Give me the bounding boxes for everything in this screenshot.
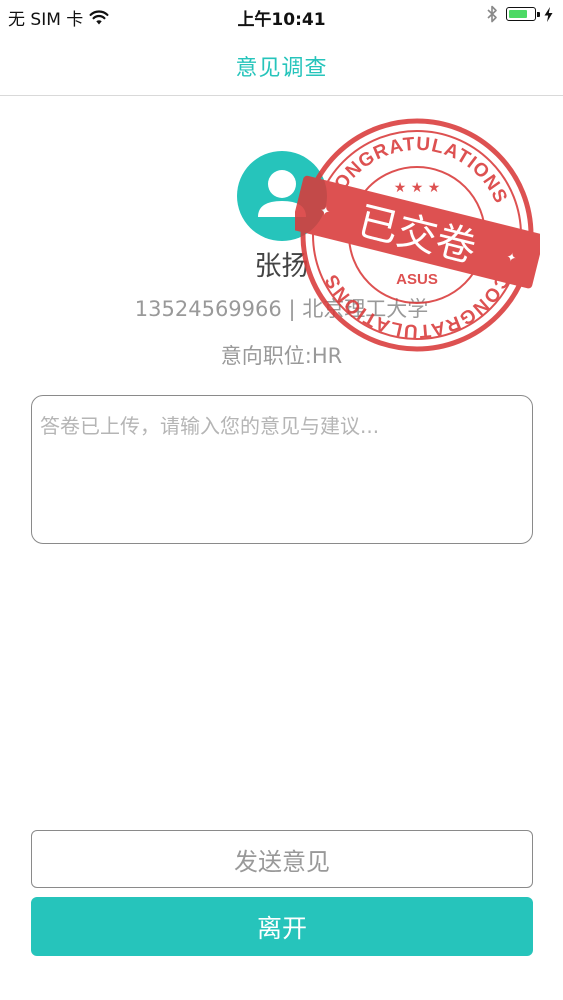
- user-phone: 13524569966: [134, 297, 282, 321]
- charging-icon: [544, 6, 553, 22]
- stamp-top-text: CONGRATULATIONS: [323, 134, 512, 207]
- battery-cap: [537, 12, 540, 17]
- user-position: 意向职位:HR: [220, 344, 343, 368]
- battery-fill: [509, 10, 527, 18]
- battery-icon: [506, 7, 540, 21]
- leave-button[interactable]: 离开: [31, 897, 533, 956]
- nav-bar: 意见调查: [0, 32, 563, 96]
- meta-separator: |: [288, 297, 296, 321]
- page-title: 意见调查: [235, 56, 328, 81]
- status-bar: 无 SIM 卡 上午10:41: [0, 0, 563, 32]
- user-avatar-icon: [237, 151, 327, 241]
- feedback-input[interactable]: [31, 395, 533, 544]
- user-name: 张扬: [254, 251, 309, 282]
- user-school: 北京理工大学: [302, 297, 429, 321]
- status-right: [487, 5, 553, 23]
- status-time: 上午10:41: [237, 10, 326, 30]
- avatar-person-icon: [258, 170, 306, 217]
- user-meta: 13524569966 | 北京理工大学: [0, 293, 563, 323]
- send-feedback-button[interactable]: 发送意见: [31, 830, 533, 888]
- stamp-stars-top: ★ ★ ★: [394, 180, 441, 196]
- bluetooth-icon: [487, 5, 497, 23]
